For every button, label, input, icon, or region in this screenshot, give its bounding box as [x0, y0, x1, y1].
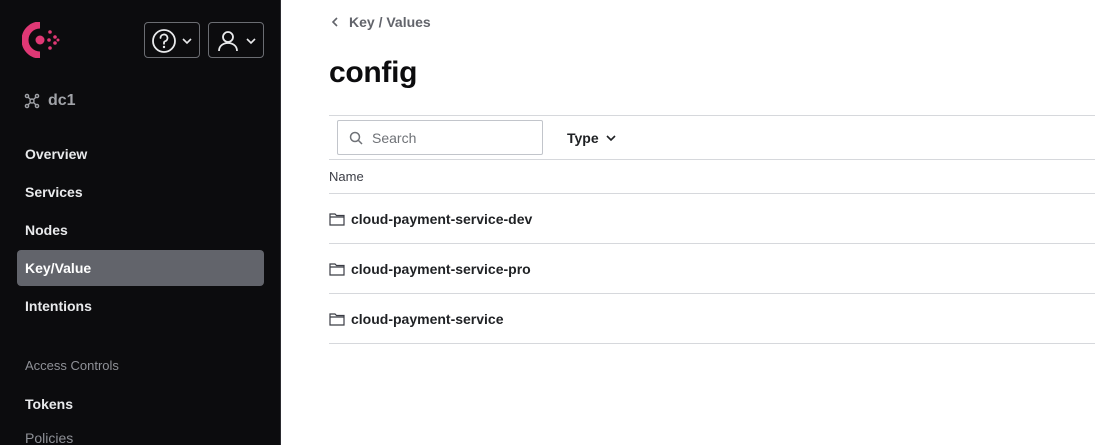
table-row[interactable]: cloud-payment-service-pro — [329, 244, 1095, 294]
folder-icon — [329, 262, 345, 276]
nav-overview[interactable]: Overview — [17, 136, 264, 172]
datacenter-selector[interactable]: dc1 — [24, 90, 76, 112]
key-name: cloud-payment-service — [351, 310, 504, 327]
folder-icon — [329, 312, 345, 326]
datacenter-name: dc1 — [48, 92, 76, 109]
nav-intentions[interactable]: Intentions — [17, 288, 264, 324]
type-filter-dropdown[interactable]: Type — [567, 127, 617, 149]
nav-services[interactable]: Services — [17, 174, 264, 210]
chevron-down-icon — [606, 135, 616, 142]
filter-bar: Type — [329, 115, 1095, 160]
nav-key-value[interactable]: Key/Value — [17, 250, 264, 286]
user-menu-button[interactable] — [208, 22, 264, 58]
nav-policies[interactable]: Policies — [17, 420, 264, 445]
table-header: Name — [329, 160, 1095, 194]
breadcrumb-link[interactable]: Key / Values — [349, 14, 431, 30]
table-row[interactable]: cloud-payment-service-dev — [329, 194, 1095, 244]
help-menu-button[interactable] — [144, 22, 200, 58]
main-content: Key / Values config Type Name cloud-paym… — [281, 0, 1095, 445]
key-name: cloud-payment-service-dev — [351, 210, 533, 227]
access-controls-heading: Access Controls — [25, 358, 119, 373]
nav-tokens[interactable]: Tokens — [17, 386, 264, 422]
table-row[interactable]: cloud-payment-service — [329, 294, 1095, 344]
folder-icon — [329, 212, 345, 226]
chevron-down-icon — [246, 38, 256, 45]
help-icon — [152, 29, 176, 53]
chevron-down-icon — [182, 38, 192, 45]
user-icon — [218, 31, 238, 52]
nav-nodes[interactable]: Nodes — [17, 212, 264, 248]
search-input[interactable] — [372, 127, 538, 149]
key-name: cloud-payment-service-pro — [351, 260, 531, 277]
type-filter-label: Type — [567, 130, 599, 146]
chevron-left-icon — [331, 17, 338, 27]
consul-logo[interactable] — [22, 22, 60, 58]
search-icon — [349, 131, 363, 145]
search-box[interactable] — [337, 120, 543, 155]
page-title: config — [329, 56, 418, 89]
breadcrumb[interactable]: Key / Values — [329, 12, 431, 32]
column-name: Name — [329, 169, 364, 184]
datacenter-icon — [24, 93, 40, 109]
sidebar: dc1 Overview Services Nodes Key/Value In… — [0, 0, 281, 445]
